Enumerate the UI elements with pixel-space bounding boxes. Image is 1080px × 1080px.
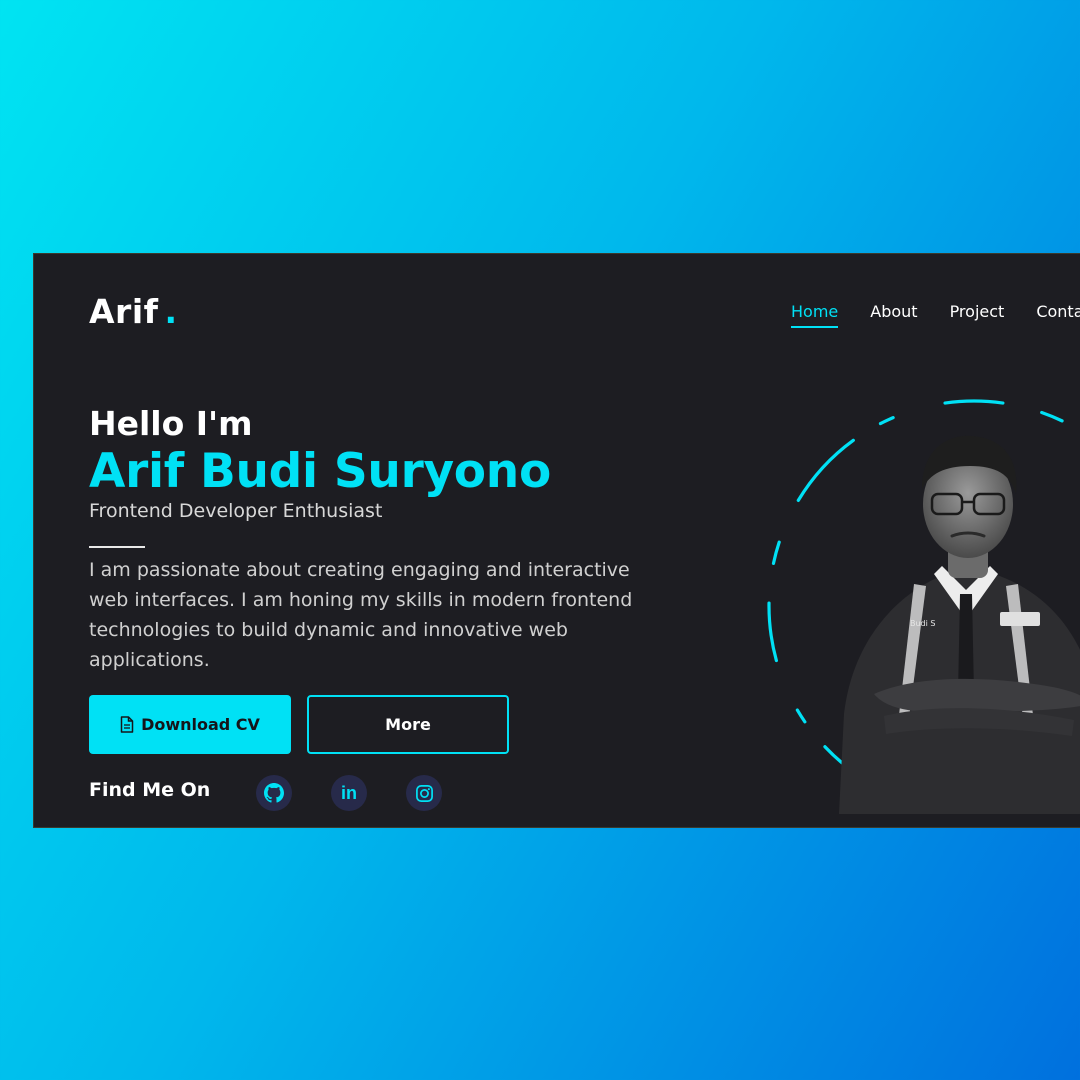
logo-dot: .: [164, 292, 178, 331]
hero-name: Arif Budi Suryono: [89, 444, 551, 499]
download-cv-label: Download CV: [141, 715, 260, 734]
profile-name-patch: Budi S: [910, 619, 935, 628]
linkedin-icon: in: [341, 782, 357, 803]
instagram-link[interactable]: [406, 775, 442, 811]
main-nav: Home About Project Conta: [791, 302, 1080, 328]
instagram-icon: [415, 784, 433, 802]
site-logo[interactable]: Arif.: [89, 292, 178, 331]
file-icon: [120, 716, 134, 733]
find-me-heading: Find Me On: [89, 779, 211, 801]
profile-badge: [1000, 612, 1040, 626]
nav-link-about[interactable]: About: [870, 302, 917, 328]
hero-bio: I am passionate about creating engaging …: [89, 559, 633, 671]
github-link[interactable]: [256, 775, 292, 811]
nav-link-project[interactable]: Project: [950, 302, 1005, 328]
nav-link-contact[interactable]: Conta: [1036, 302, 1080, 328]
linkedin-link[interactable]: in: [331, 775, 367, 811]
download-cv-button[interactable]: Download CV: [89, 695, 291, 754]
more-button[interactable]: More: [307, 695, 509, 754]
hero-greeting: Hello I'm: [89, 404, 253, 443]
hero-role: Frontend Developer Enthusiast: [89, 500, 383, 522]
nav-link-home[interactable]: Home: [791, 302, 839, 328]
hero-divider: [89, 546, 145, 548]
more-label: More: [385, 715, 431, 734]
website-preview-frame: Arif. Home About Project Conta Hello I'm…: [33, 253, 1080, 828]
github-icon: [264, 783, 284, 803]
logo-text: Arif: [89, 292, 159, 331]
profile-illustration: Budi S: [767, 399, 1080, 814]
